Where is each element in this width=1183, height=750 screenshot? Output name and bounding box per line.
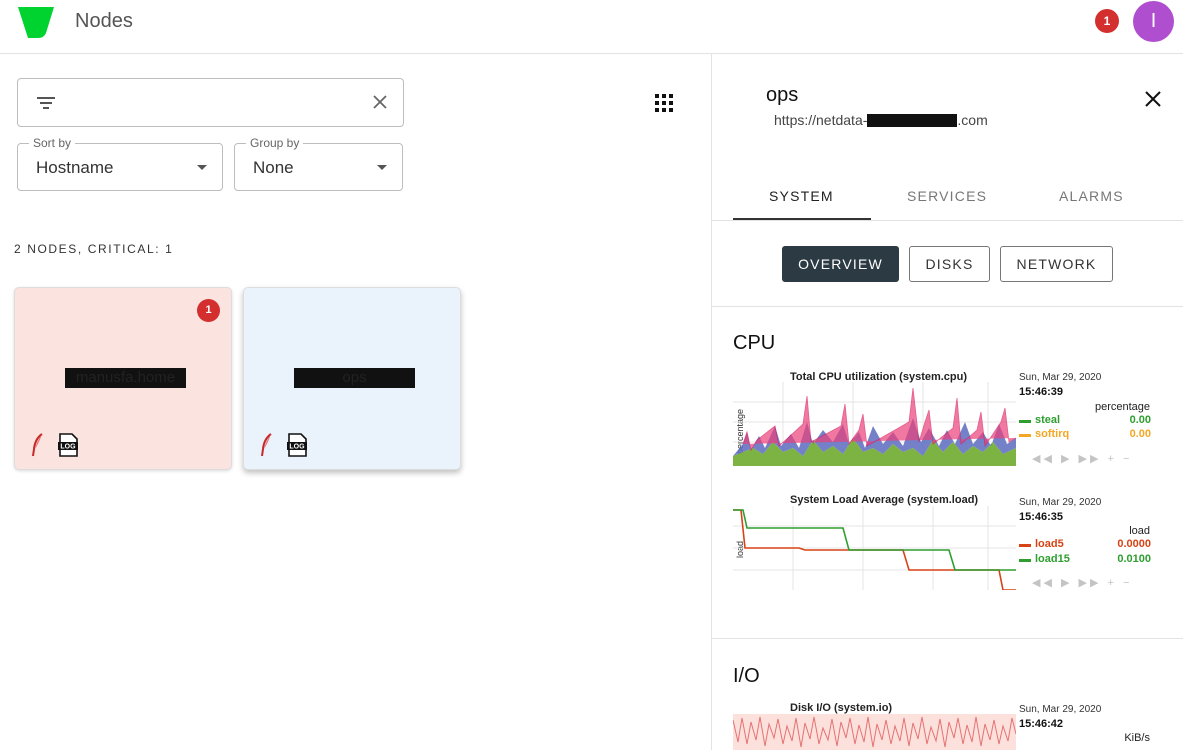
url-redaction	[867, 114, 958, 127]
feather-icon[interactable]	[31, 433, 43, 457]
legend-time: 15:46:39	[1019, 386, 1064, 398]
subtab-overview[interactable]: OVERVIEW	[782, 246, 899, 282]
legend-row-load5[interactable]: load5 0.0000	[1019, 538, 1151, 552]
dropdown-arrow-icon	[377, 165, 387, 170]
group-value: None	[253, 158, 294, 177]
filter-input[interactable]	[17, 78, 404, 127]
legend-name: load5	[1035, 538, 1064, 550]
legend-swatch	[1019, 559, 1031, 562]
url-prefix: https://netdata-	[774, 112, 868, 128]
legend-swatch	[1019, 434, 1031, 437]
legend-value: 0.0000	[1117, 538, 1151, 550]
legend-swatch	[1019, 420, 1031, 423]
legend-date: Sun, Mar 29, 2020	[1019, 497, 1102, 508]
sort-value: Hostname	[36, 158, 114, 177]
legend-swatch	[1019, 544, 1031, 547]
section-title-cpu: CPU	[733, 332, 776, 354]
subtab-disks[interactable]: DISKS	[909, 246, 990, 282]
page-title: Nodes	[75, 10, 133, 32]
top-bar: Nodes 1 I	[0, 0, 1183, 54]
legend-row-steal[interactable]: steal 0.00	[1019, 414, 1151, 428]
chart-title: System Load Average (system.load)	[790, 494, 979, 506]
log-icon[interactable]: LOG	[286, 433, 308, 457]
legend-date: Sun, Mar 29, 2020	[1019, 704, 1102, 715]
disk-io-chart[interactable]	[733, 714, 1016, 750]
svg-text:LOG: LOG	[289, 444, 305, 451]
detail-title: ops	[766, 84, 799, 106]
node-detail-panel: ops https://netdata- .com SYSTEM SERVICES…	[711, 54, 1183, 750]
divider	[712, 638, 1183, 639]
node-card[interactable]: 1 manusfa.home LOG	[14, 287, 232, 470]
section-title-io: I/O	[733, 665, 760, 687]
divider	[712, 306, 1183, 307]
cpu-chart[interactable]	[733, 382, 1016, 466]
group-select[interactable]: Group by None	[234, 136, 403, 191]
legend-name: steal	[1035, 414, 1061, 426]
tab-services[interactable]: SERVICES	[907, 188, 987, 204]
group-label: Group by	[246, 136, 304, 150]
url-suffix: .com	[957, 112, 988, 128]
sort-label: Sort by	[29, 136, 76, 150]
node-name: ops	[294, 368, 415, 388]
tab-system[interactable]: SYSTEM	[769, 188, 834, 204]
tab-alarms[interactable]: ALARMS	[1059, 188, 1124, 204]
feather-icon[interactable]	[260, 433, 272, 457]
legend-value: 0.00	[1129, 428, 1151, 440]
netdata-logo[interactable]	[16, 6, 56, 38]
dropdown-arrow-icon	[197, 165, 207, 170]
legend-time: 15:46:42	[1019, 718, 1064, 730]
legend-row-load15[interactable]: load15 0.0100	[1019, 553, 1151, 567]
sort-select[interactable]: Sort by Hostname	[17, 136, 223, 191]
filter-icon	[37, 97, 55, 109]
node-name: manusfa.home	[65, 368, 186, 388]
subtab-network[interactable]: NETWORK	[1000, 246, 1113, 282]
chart-title: Disk I/O (system.io)	[790, 702, 893, 714]
detail-tabs: SYSTEM SERVICES ALARMS	[712, 172, 1183, 221]
close-icon[interactable]	[372, 94, 388, 110]
legend-row-softirq[interactable]: softirq 0.00	[1019, 428, 1151, 442]
legend-units: percentage	[1094, 401, 1150, 413]
legend-units: KiB/s	[1124, 732, 1150, 744]
grid-view-icon[interactable]	[655, 94, 673, 112]
legend-time: 15:46:35	[1019, 511, 1064, 523]
legend-date: Sun, Mar 29, 2020	[1019, 372, 1102, 383]
legend-name: softirq	[1035, 428, 1070, 440]
legend-units: load	[1129, 525, 1150, 537]
notification-badge[interactable]: 1	[1095, 9, 1119, 33]
chart-controls[interactable]: ◀◀ ▶ ▶▶ + −	[1032, 576, 1132, 589]
close-icon[interactable]	[1145, 91, 1161, 107]
nodes-summary: 2 NODES, CRITICAL: 1	[14, 242, 174, 256]
detail-url[interactable]: https://netdata- .com	[774, 112, 988, 128]
avatar[interactable]: I	[1133, 1, 1174, 42]
legend-value: 0.0100	[1117, 553, 1151, 565]
chart-controls[interactable]: ◀◀ ▶ ▶▶ + −	[1032, 452, 1132, 465]
alarm-badge: 1	[197, 299, 220, 322]
legend-value: 0.00	[1129, 414, 1151, 426]
node-card[interactable]: ops LOG	[243, 287, 461, 470]
log-icon[interactable]: LOG	[57, 433, 79, 457]
svg-text:LOG: LOG	[60, 444, 76, 451]
load-chart[interactable]	[733, 506, 1016, 590]
active-tab-indicator	[733, 218, 871, 220]
legend-name: load15	[1035, 553, 1070, 565]
